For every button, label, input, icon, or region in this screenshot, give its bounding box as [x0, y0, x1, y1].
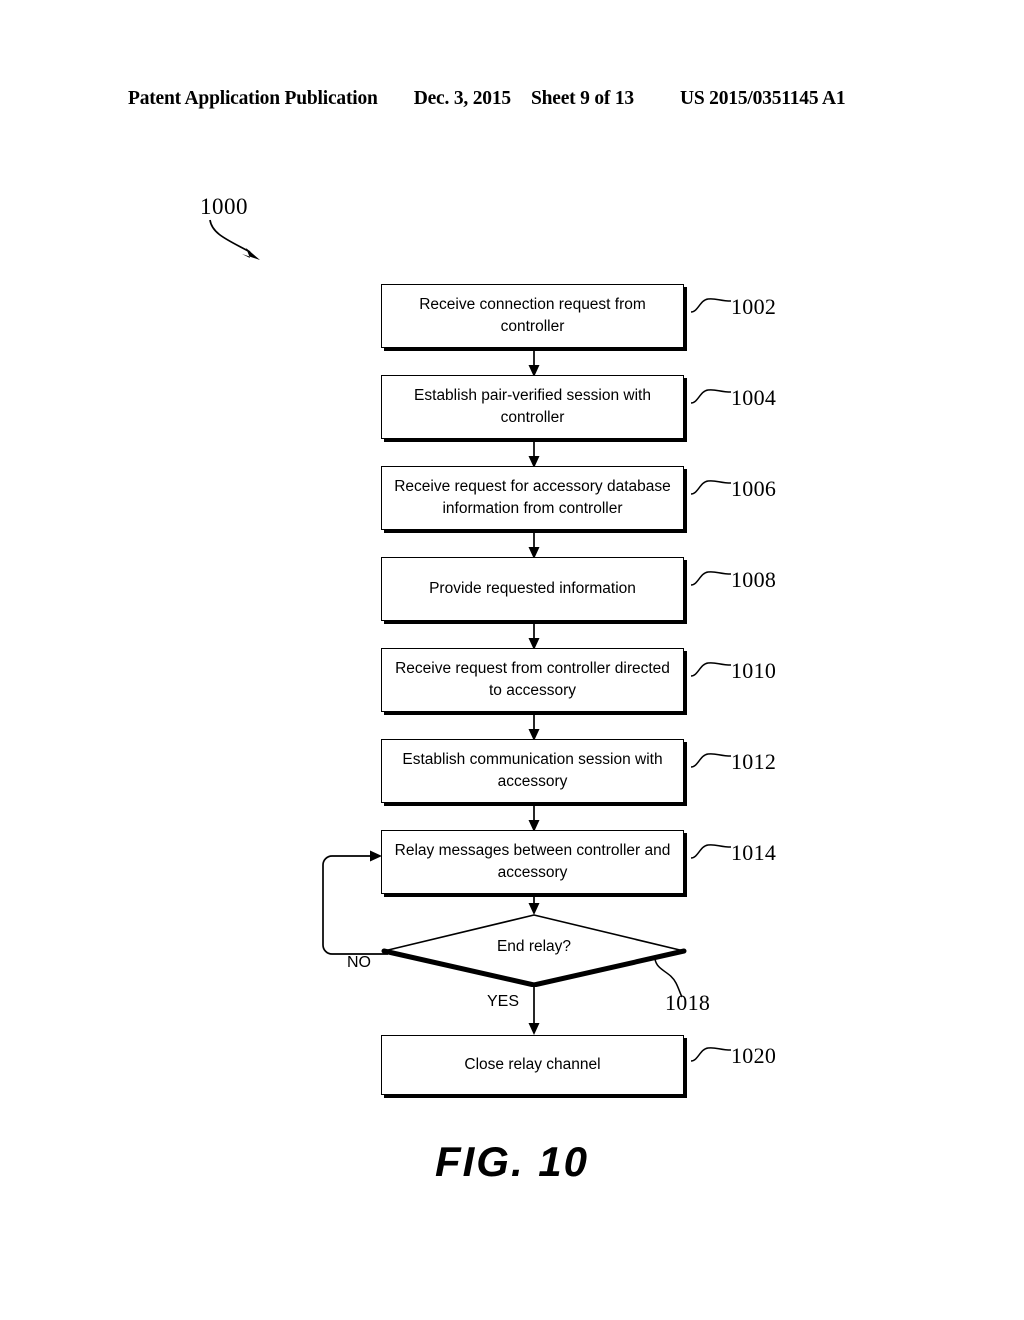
process-node-1020[interactable]: Close relay channel — [381, 1035, 684, 1095]
reference-numeral-1014: 1014 — [731, 840, 777, 865]
sheet-number: Sheet 9 of 13 — [530, 88, 634, 109]
publication-title: Patent Application Publication — [128, 88, 378, 109]
process-node-1020-label: Close relay channel — [464, 1056, 601, 1073]
connector-1002-to-1004 — [528, 350, 540, 377]
connector-decision-to-1020 — [528, 985, 540, 1035]
process-node-1014-label: Relay messages between controller and ac… — [394, 842, 671, 881]
process-node-1010-label: Receive request from controller directed… — [395, 660, 670, 699]
reference-numeral-1004: 1004 — [731, 385, 777, 410]
decision-node-1018[interactable]: End relay? — [381, 913, 687, 987]
process-node-1008-label: Provide requested information — [429, 580, 636, 597]
process-node-1012-label: Establish communication session with acc… — [402, 751, 663, 790]
process-node-1006[interactable]: Receive request for accessory database i… — [381, 466, 684, 530]
process-node-1014[interactable]: Relay messages between controller and ac… — [381, 830, 684, 894]
connector-1006-to-1008 — [528, 532, 540, 559]
leader-line-1004 — [690, 389, 732, 404]
reference-numeral-1006: 1006 — [731, 476, 777, 501]
branch-label-yes: YES — [487, 993, 520, 1010]
reference-numeral-1020: 1020 — [731, 1043, 777, 1068]
figure-caption: FIG. 10 — [434, 1138, 590, 1185]
patent-header: Patent Application Publication Dec. 3, 2… — [128, 88, 896, 114]
reference-numeral-1012: 1012 — [731, 749, 777, 774]
branch-label-no: NO — [347, 954, 371, 971]
process-node-1002[interactable]: Receive connection request from controll… — [381, 284, 684, 348]
feedback-loop-no-branch — [322, 850, 388, 955]
diagram-reference-1000: 1000 — [200, 194, 248, 219]
leader-line-1002 — [690, 298, 732, 313]
decision-node-1018-label: End relay? — [496, 938, 572, 955]
diagram-reference-leader-arrow — [209, 219, 260, 260]
connector-1010-to-1012 — [528, 714, 540, 741]
leader-line-1006 — [690, 480, 732, 495]
process-node-1004-label: Establish pair-verified session with con… — [414, 387, 651, 426]
connector-1004-to-1006 — [528, 441, 540, 468]
document-number: US 2015/0351145 A1 — [679, 88, 846, 109]
reference-numeral-1008: 1008 — [731, 567, 777, 592]
process-node-1012[interactable]: Establish communication session with acc… — [381, 739, 684, 803]
connector-1008-to-1010 — [528, 623, 540, 650]
process-node-1004[interactable]: Establish pair-verified session with con… — [381, 375, 684, 439]
reference-numeral-1010: 1010 — [731, 658, 777, 683]
process-node-1008[interactable]: Provide requested information — [381, 557, 684, 621]
leader-line-1020 — [690, 1047, 732, 1062]
publication-date: Dec. 3, 2015 — [413, 88, 511, 109]
connector-1012-to-1014 — [528, 805, 540, 832]
process-node-1010[interactable]: Receive request from controller directed… — [381, 648, 684, 712]
leader-line-1014 — [690, 844, 732, 859]
reference-numeral-1002: 1002 — [731, 294, 777, 319]
patent-figure-page: Patent Application Publication Dec. 3, 2… — [0, 0, 1024, 1320]
process-node-1006-label: Receive request for accessory database i… — [394, 478, 671, 517]
leader-line-1010 — [690, 662, 732, 677]
leader-line-1008 — [690, 571, 732, 586]
leader-line-1012 — [690, 753, 732, 768]
reference-numeral-1018: 1018 — [665, 990, 711, 1015]
process-node-1002-label: Receive connection request from controll… — [419, 296, 646, 335]
